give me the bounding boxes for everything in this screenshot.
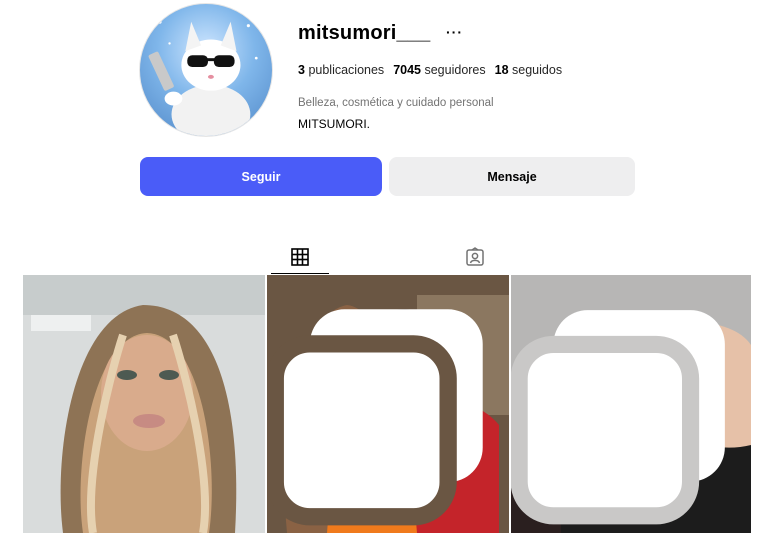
following-count-label: seguidos xyxy=(512,63,563,77)
posts-count-value: 3 xyxy=(298,63,305,77)
grid-icon xyxy=(291,247,309,266)
avatar-cat-image xyxy=(148,19,258,136)
posts-count: 3 publicaciones xyxy=(298,63,384,77)
post-thumbnail-3[interactable] xyxy=(511,275,751,533)
post-image-selfie xyxy=(23,275,265,533)
profile-category: Belleza, cosmética y cuidado personal xyxy=(298,97,494,109)
carousel-icon xyxy=(511,310,725,525)
tagged-icon xyxy=(466,247,484,266)
tab-posts[interactable] xyxy=(271,240,329,274)
profile-bio: MITSUMORI. xyxy=(298,117,370,131)
post-thumbnail-2[interactable]: mis xyxy=(267,275,509,533)
following-count[interactable]: 18 seguidos xyxy=(495,63,562,77)
followers-count-label: seguidores xyxy=(424,63,486,77)
following-count-value: 18 xyxy=(494,63,509,77)
more-options-icon[interactable]: ··· xyxy=(446,24,463,40)
post-thumbnail-1[interactable] xyxy=(23,275,265,533)
followers-count-value: 7045 xyxy=(393,63,421,77)
followers-count[interactable]: 7045 seguidores xyxy=(393,63,485,77)
tab-tagged[interactable] xyxy=(446,240,504,274)
profile-username: mitsumori___ xyxy=(298,22,431,44)
posts-count-label: publicaciones xyxy=(308,63,385,77)
profile-avatar[interactable] xyxy=(139,3,273,137)
follow-button[interactable]: Seguir xyxy=(140,157,382,196)
message-button[interactable]: Mensaje xyxy=(389,157,635,196)
carousel-icon xyxy=(267,309,483,526)
posts-grid: mis xyxy=(23,275,751,533)
profile-stats: 3 publicaciones 7045 seguidores 18 segui… xyxy=(298,63,571,77)
